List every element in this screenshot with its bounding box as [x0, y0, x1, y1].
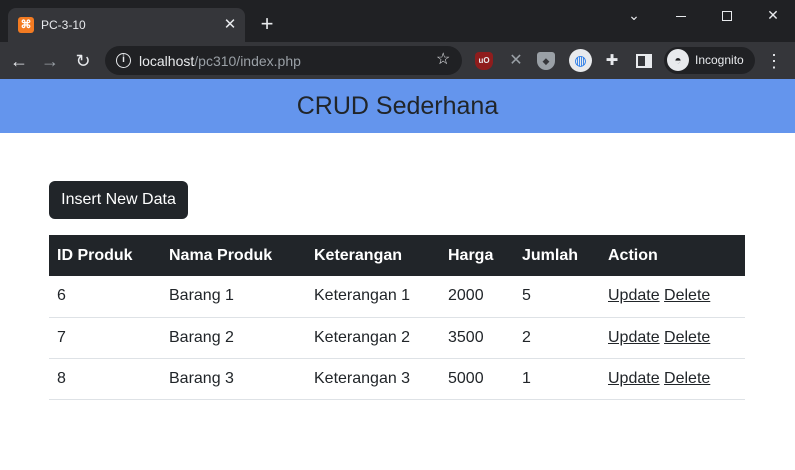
url-text[interactable]: localhost/pc310/index.php — [139, 53, 301, 69]
browser-toolbar: ← → ↻ i localhost/pc310/index.php ☆ uO ✕… — [0, 42, 795, 79]
incognito-icon: ◓ — [667, 49, 689, 71]
tab-title: PC-3-10 — [41, 18, 86, 32]
bookmark-star-icon[interactable]: ☆ — [436, 51, 450, 69]
close-window-icon[interactable]: ✕ — [751, 2, 795, 28]
forward-arrow-icon[interactable]: → — [39, 50, 61, 72]
update-link[interactable]: Update — [608, 370, 660, 387]
incognito-label: Incognito — [695, 53, 744, 67]
cell-keterangan: Keterangan 2 — [306, 317, 440, 359]
cell-keterangan: Keterangan 3 — [306, 358, 440, 400]
url-host: localhost — [139, 53, 195, 69]
close-tab-icon[interactable]: ✕ — [220, 15, 240, 35]
site-info-icon[interactable]: i — [116, 53, 131, 68]
tab-strip: ⌘ PC-3-10 ✕ + ⌄ ✕ — [0, 0, 795, 42]
cell-nama: Barang 2 — [161, 317, 306, 359]
table-body: 6 Barang 1 Keterangan 1 2000 5 Update De… — [49, 276, 745, 400]
header-keterangan: Keterangan — [306, 235, 440, 276]
cell-jumlah: 5 — [514, 276, 600, 318]
cell-action: Update Delete — [600, 317, 745, 359]
cell-action: Update Delete — [600, 358, 745, 400]
browser-menu-icon[interactable]: ⋮ — [764, 50, 784, 72]
delete-link[interactable]: Delete — [664, 370, 710, 387]
cell-action: Update Delete — [600, 276, 745, 318]
cell-jumlah: 1 — [514, 358, 600, 400]
cell-nama: Barang 1 — [161, 276, 306, 318]
page-title: CRUD Sederhana — [296, 92, 499, 120]
products-table: ID Produk Nama Produk Keterangan Harga J… — [49, 235, 745, 400]
table-header-row: ID Produk Nama Produk Keterangan Harga J… — [49, 235, 745, 276]
cell-id: 8 — [49, 358, 161, 400]
cell-id: 7 — [49, 317, 161, 359]
ublock-icon[interactable]: uO — [475, 52, 493, 70]
table-row: 7 Barang 2 Keterangan 2 3500 2 Update De… — [49, 317, 745, 359]
delete-link[interactable]: Delete — [664, 287, 710, 304]
table-row: 8 Barang 3 Keterangan 3 5000 1 Update De… — [49, 358, 745, 400]
minimize-icon[interactable] — [659, 2, 703, 28]
delete-link[interactable]: Delete — [664, 329, 710, 346]
url-path: /pc310/index.php — [194, 53, 301, 69]
table-row: 6 Barang 1 Keterangan 1 2000 5 Update De… — [49, 276, 745, 318]
cell-jumlah: 2 — [514, 317, 600, 359]
globe-icon[interactable]: ◍ — [569, 49, 592, 72]
header-harga: Harga — [440, 235, 514, 276]
maximize-icon[interactable] — [705, 2, 749, 28]
header-nama-produk: Nama Produk — [161, 235, 306, 276]
cell-harga: 5000 — [440, 358, 514, 400]
browser-tab[interactable]: ⌘ PC-3-10 ✕ — [8, 8, 245, 42]
cell-nama: Barang 3 — [161, 358, 306, 400]
side-panel-icon[interactable] — [636, 54, 652, 68]
header-id-produk: ID Produk — [49, 235, 161, 276]
puzzle-icon[interactable]: ✚ — [603, 52, 621, 70]
header-action: Action — [600, 235, 745, 276]
cell-id: 6 — [49, 276, 161, 318]
update-link[interactable]: Update — [608, 329, 660, 346]
table-head: ID Produk Nama Produk Keterangan Harga J… — [49, 235, 745, 276]
cell-keterangan: Keterangan 1 — [306, 276, 440, 318]
address-bar[interactable]: i localhost/pc310/index.php ☆ — [105, 46, 462, 75]
header-jumlah: Jumlah — [514, 235, 600, 276]
back-arrow-icon[interactable]: ← — [8, 50, 30, 72]
cell-harga: 2000 — [440, 276, 514, 318]
tab-search-chevron-icon[interactable]: ⌄ — [612, 2, 656, 28]
cell-harga: 3500 — [440, 317, 514, 359]
incognito-badge[interactable]: ◓ Incognito — [664, 47, 755, 74]
new-tab-icon[interactable]: + — [256, 13, 278, 35]
xampp-favicon-icon: ⌘ — [18, 17, 34, 33]
insert-new-data-button[interactable]: Insert New Data — [49, 181, 188, 219]
update-link[interactable]: Update — [608, 287, 660, 304]
reload-icon[interactable]: ↻ — [72, 50, 94, 72]
page-header: CRUD Sederhana — [0, 79, 795, 133]
shield-icon[interactable]: ◆ — [537, 52, 555, 70]
x-icon[interactable]: ✕ — [507, 52, 525, 70]
